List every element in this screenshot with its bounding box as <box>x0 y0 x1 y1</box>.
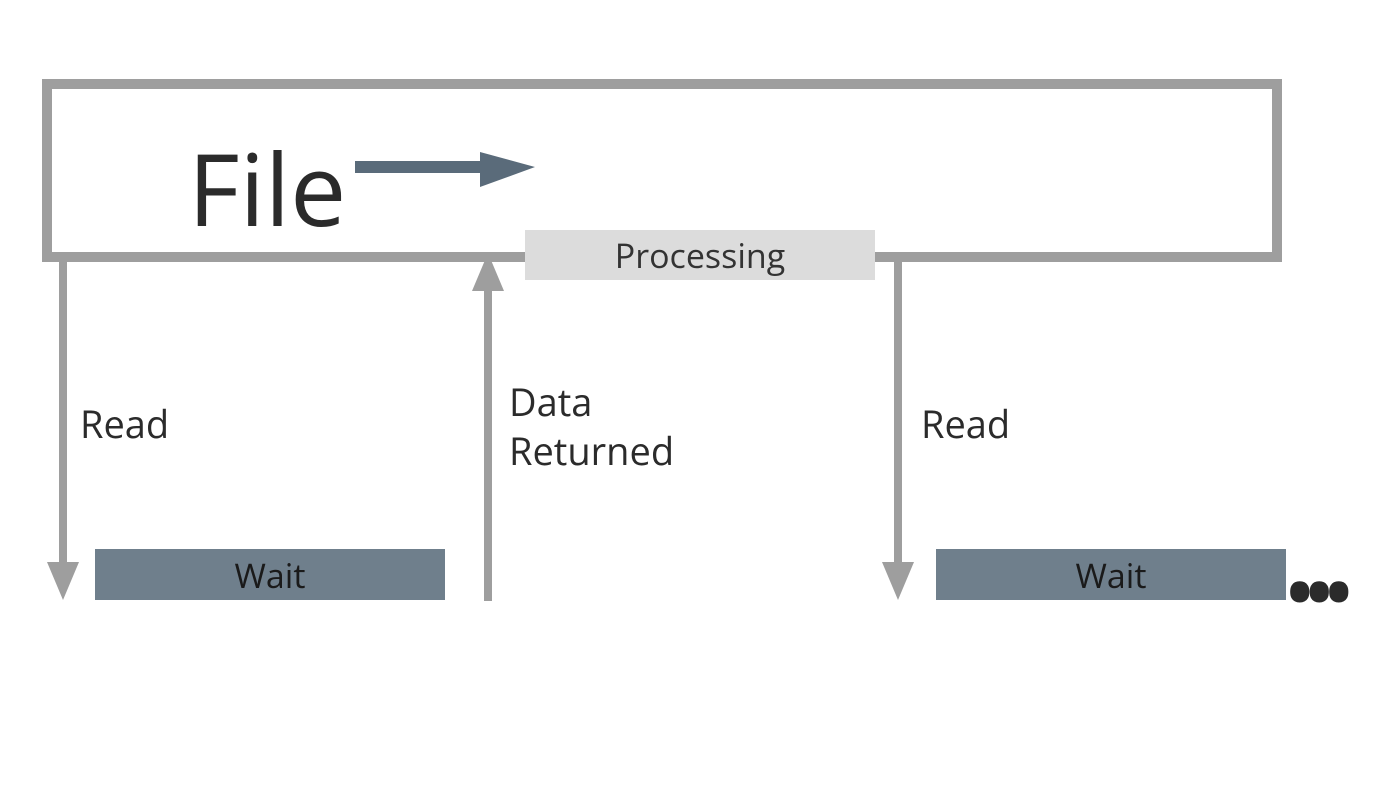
arrow-up-data-returned-icon <box>468 251 508 601</box>
read-label-1: Read <box>80 398 169 450</box>
file-arrow-right-icon <box>355 152 535 202</box>
data-returned-line2: Returned <box>509 425 674 477</box>
wait-label-2: Wait <box>1076 552 1147 598</box>
wait-label-1: Wait <box>235 552 306 598</box>
data-returned-label: Data Returned <box>509 378 674 477</box>
arrow-down-read-2-icon <box>878 262 918 602</box>
wait-box-1: Wait <box>95 549 445 600</box>
ellipsis-icon: ••• <box>1288 550 1347 632</box>
processing-label: Processing <box>615 232 785 278</box>
read-label-2: Read <box>921 398 1010 450</box>
data-returned-line1: Data <box>509 376 592 428</box>
wait-box-2: Wait <box>936 549 1286 600</box>
arrow-down-read-1-icon <box>43 262 83 602</box>
processing-box: Processing <box>525 230 875 280</box>
file-label: File <box>188 120 346 256</box>
